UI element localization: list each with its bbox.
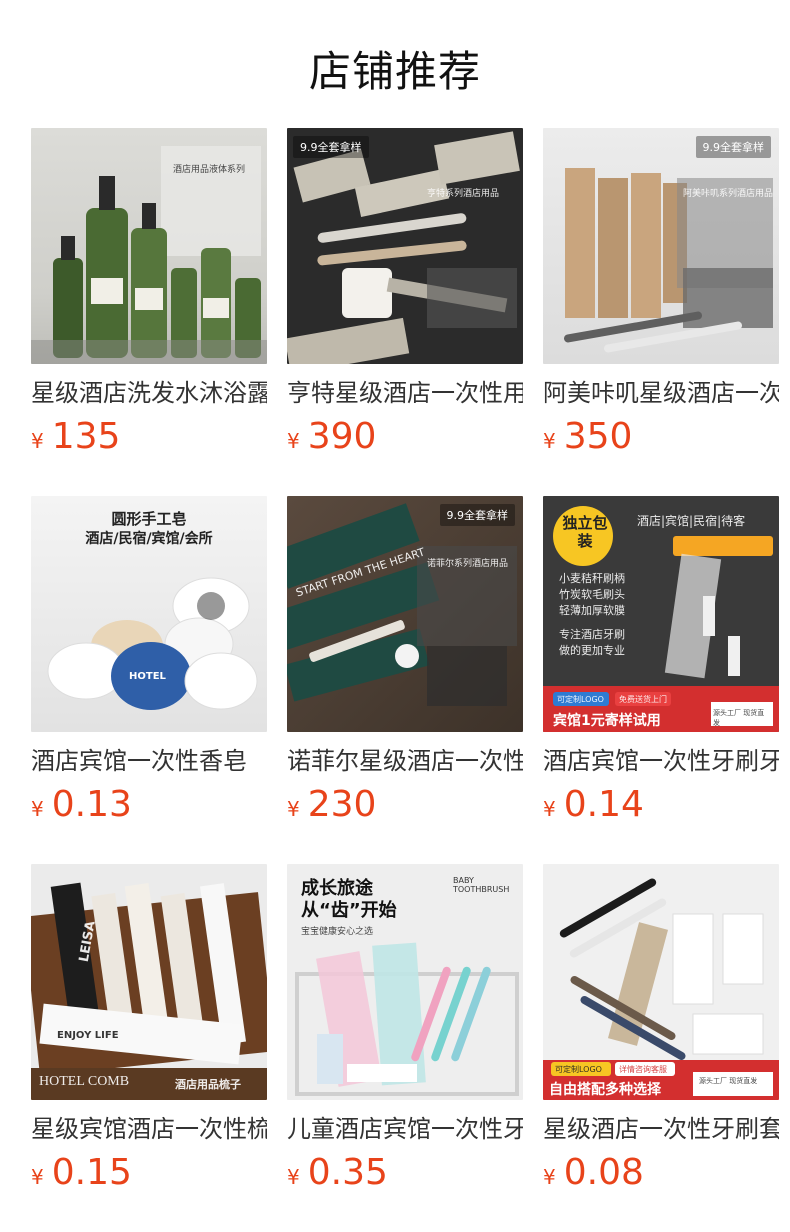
product-name[interactable]: 酒店宾馆一次性牙刷牙膏 — [543, 744, 779, 778]
currency-symbol: ¥ — [31, 1165, 44, 1189]
currency-symbol: ¥ — [31, 797, 44, 821]
independent-pack-label: 独立包装 — [562, 514, 608, 550]
custom-logo-tag: 可定制LOGO — [555, 1065, 602, 1074]
product-card[interactable]: 酒店用品液体系列 星级酒店洗发水沐浴露 ¥ 135 — [31, 128, 267, 457]
currency-symbol: ¥ — [543, 797, 556, 821]
price-value: 135 — [51, 416, 121, 457]
currency-symbol: ¥ — [287, 797, 300, 821]
price-value: 0.13 — [51, 784, 132, 825]
product-image[interactable]: 可定制LOGO 详情咨询客服 自由搭配多种选择 源头工厂 现货直发 — [543, 864, 779, 1100]
product-image[interactable]: LEISA ENJOY LIFE HOTEL COMB 酒店用品梳子 — [31, 864, 267, 1100]
soap-label: HOTEL — [129, 671, 166, 682]
sample-badge: 9.9全套拿样 — [439, 504, 515, 526]
feature-1: 小麦秸秆刷柄 — [559, 572, 625, 585]
sample-offer: 宾馆1元寄样试用 — [553, 713, 661, 729]
product-name[interactable]: 儿童酒店宾馆一次性牙刷 — [287, 1112, 523, 1146]
product-price: ¥ 0.08 — [543, 1152, 779, 1193]
product-price: ¥ 135 — [31, 416, 267, 457]
sample-badge: 9.9全套拿样 — [695, 136, 771, 158]
feature-2: 竹炭软毛刷头 — [559, 588, 625, 601]
promo-subheadline: 酒店/民宿/宾馆/会所 — [85, 531, 213, 547]
comb-category-label: 酒店用品梳子 — [175, 1078, 241, 1091]
price-value: 350 — [563, 416, 633, 457]
tagline: 宝宝健康安心之选 — [301, 927, 374, 937]
product-card[interactable]: 9.9全套拿样 亨特系列酒店用品 亨特星级酒店一次性用品 ¥ 390 — [287, 128, 523, 457]
sample-badge: 9.9全套拿样 — [293, 136, 369, 158]
product-image[interactable]: 独立包装 酒店|宾馆|民宿|待客 小麦秸秆刷柄 竹炭软毛刷头 轻薄加厚软膜 专注… — [543, 496, 779, 732]
product-name[interactable]: 亨特星级酒店一次性用品 — [287, 376, 523, 410]
product-card[interactable]: 可定制LOGO 详情咨询客服 自由搭配多种选择 源头工厂 现货直发 星级酒店一次… — [543, 864, 779, 1193]
free-delivery-tag: 免费送货上门 — [619, 695, 667, 704]
product-image[interactable]: 圆形手工皂 酒店/民宿/宾馆/会所 HOTEL — [31, 496, 267, 732]
product-name[interactable]: 星级酒店洗发水沐浴露 — [31, 376, 267, 410]
consult-tag: 详情咨询客服 — [619, 1065, 667, 1074]
currency-symbol: ¥ — [287, 1165, 300, 1189]
product-name[interactable]: 星级宾馆酒店一次性梳子 — [31, 1112, 267, 1146]
product-name[interactable]: 阿美咔叽星级酒店一次性 — [543, 376, 779, 410]
free-combo-label: 自由搭配多种选择 — [549, 1082, 661, 1098]
currency-symbol: ¥ — [31, 429, 44, 453]
product-card[interactable]: 成长旅途 从“齿”开始 宝宝健康安心之选 BABY TOOTHBRUSH 儿童酒… — [287, 864, 523, 1193]
venue-types: 酒店|宾馆|民宿|待客 — [637, 514, 746, 528]
product-card[interactable]: LEISA ENJOY LIFE HOTEL COMB 酒店用品梳子 星级宾馆酒… — [31, 864, 267, 1193]
currency-symbol: ¥ — [287, 429, 300, 453]
product-image[interactable]: 9.9全套拿样 亨特系列酒店用品 — [287, 128, 523, 364]
feature-3: 轻薄加厚软膜 — [559, 604, 625, 617]
product-price: ¥ 0.35 — [287, 1152, 523, 1193]
product-card[interactable]: 圆形手工皂 酒店/民宿/宾馆/会所 HOTEL 酒店宾馆一次性香皂 ¥ 0.13 — [31, 496, 267, 825]
product-card[interactable]: 独立包装 酒店|宾馆|民宿|待客 小麦秸秆刷柄 竹炭软毛刷头 轻薄加厚软膜 专注… — [543, 496, 779, 825]
price-value: 0.15 — [51, 1152, 132, 1193]
product-name[interactable]: 诺菲尔星级酒店一次性 — [287, 744, 523, 778]
product-image[interactable]: 9.9全套拿样 阿美咔叽系列酒店用品 — [543, 128, 779, 364]
price-value: 0.14 — [563, 784, 644, 825]
product-image[interactable]: 酒店用品液体系列 — [31, 128, 267, 364]
product-name[interactable]: 星级酒店一次性牙刷套装 — [543, 1112, 779, 1146]
custom-logo-tag: 可定制LOGO — [557, 695, 604, 704]
slogan-2: 做的更加专业 — [559, 644, 625, 657]
product-price: ¥ 350 — [543, 416, 779, 457]
baby-toothbrush-label: BABY TOOTHBRUSH — [453, 876, 510, 894]
currency-symbol: ¥ — [543, 429, 556, 453]
product-name[interactable]: 酒店宾馆一次性香皂 — [31, 744, 267, 778]
page-title: 店铺推荐 — [308, 47, 481, 96]
factory-tag: 源头工厂 现货直发 — [699, 1077, 758, 1085]
factory-tag: 源头工厂 现货直发 — [713, 709, 765, 727]
price-value: 0.08 — [563, 1152, 644, 1193]
price-value: 390 — [307, 416, 377, 457]
slogan-1: 专注酒店牙刷 — [559, 628, 625, 641]
product-card[interactable]: 9.9全套拿样 诺菲尔系列酒店用品 START FROM THE HEART 诺… — [287, 496, 523, 825]
product-card[interactable]: 9.9全套拿样 阿美咔叽系列酒店用品 阿美咔叽星级酒店一次性 ¥ 350 — [543, 128, 779, 457]
overlay-caption: 酒店用品液体系列 — [173, 165, 246, 175]
product-price: ¥ 0.13 — [31, 784, 267, 825]
overlay-caption: 阿美咔叽系列酒店用品 — [683, 189, 774, 199]
store-header: 店铺推荐 — [0, 0, 790, 128]
product-price: ¥ 390 — [287, 416, 523, 457]
product-image[interactable]: 9.9全套拿样 诺菲尔系列酒店用品 START FROM THE HEART — [287, 496, 523, 732]
product-image[interactable]: 成长旅途 从“齿”开始 宝宝健康安心之选 BABY TOOTHBRUSH — [287, 864, 523, 1100]
price-value: 0.35 — [307, 1152, 388, 1193]
hotel-comb-label: HOTEL COMB — [39, 1074, 130, 1089]
product-price: ¥ 0.14 — [543, 784, 779, 825]
headline-teeth: 从“齿”开始 — [301, 900, 397, 921]
overlay-caption: 诺菲尔系列酒店用品 — [427, 559, 509, 569]
overlay-caption: 亨特系列酒店用品 — [427, 189, 500, 199]
slogan-print: ENJOY LIFE — [57, 1030, 119, 1041]
product-price: ¥ 0.15 — [31, 1152, 267, 1193]
promo-headline: 圆形手工皂 — [111, 510, 187, 528]
currency-symbol: ¥ — [543, 1165, 556, 1189]
price-value: 230 — [307, 784, 377, 825]
product-price: ¥ 230 — [287, 784, 523, 825]
